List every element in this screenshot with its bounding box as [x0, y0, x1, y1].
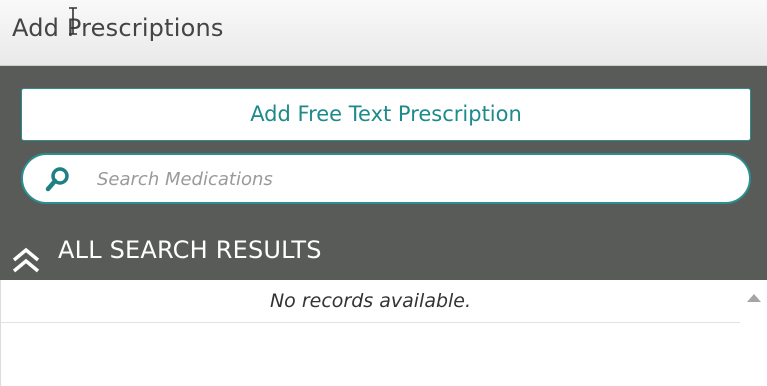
search-icon	[45, 167, 69, 192]
search-results-title: ALL SEARCH RESULTS	[58, 236, 322, 264]
panel-header: Add Prescriptions	[0, 0, 767, 66]
scroll-up-arrow-icon[interactable]	[747, 294, 761, 302]
search-medications-box[interactable]	[21, 153, 751, 204]
add-prescriptions-panel: Add Prescriptions Add Free Text Prescrip…	[0, 0, 767, 386]
add-free-text-prescription-button[interactable]: Add Free Text Prescription	[21, 88, 751, 141]
panel-title: Add Prescriptions	[12, 14, 224, 42]
double-chevron-up-icon[interactable]	[10, 246, 42, 274]
text-cursor-icon	[69, 7, 77, 35]
empty-results-message: No records available.	[269, 290, 472, 312]
prescription-controls: Add Free Text Prescription ALL SEARCH RE…	[0, 66, 767, 280]
list-item: No records available.	[1, 280, 740, 323]
results-scrollbar[interactable]	[741, 280, 767, 386]
search-results-list: No records available.	[0, 280, 767, 386]
search-medications-input[interactable]	[95, 163, 729, 195]
search-results-header[interactable]: ALL SEARCH RESULTS	[0, 232, 767, 280]
